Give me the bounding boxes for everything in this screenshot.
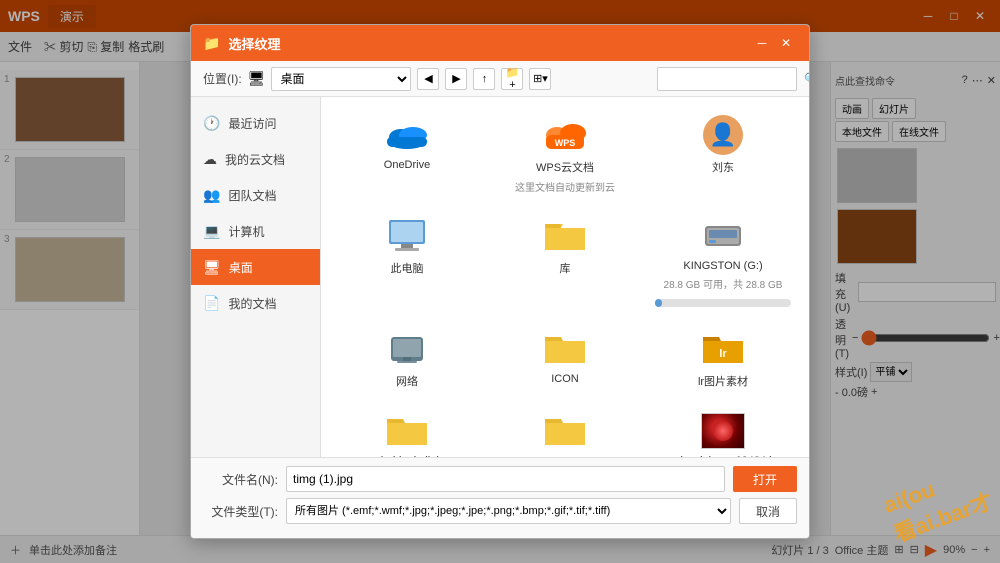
filename-row: 文件名(N): 打开 [203, 466, 797, 492]
ku-folder-icon [541, 216, 589, 256]
filename-input[interactable] [286, 466, 725, 492]
my-cloud-icon: ☁ [203, 151, 217, 168]
filetype-select[interactable]: 所有图片 (*.emf;*.wmf;*.jpg;*.jpeg;*.jpe;*.p… [286, 498, 731, 524]
search-input[interactable] [662, 73, 804, 85]
person-icon: 👤 [699, 115, 747, 155]
file-item-network[interactable]: 网络 [333, 323, 481, 395]
kingston-icon [699, 216, 747, 256]
search-icon: 🔍 [804, 72, 810, 86]
svg-text:lr: lr [719, 348, 727, 360]
dialog-body: 🕐 最近访问 ☁ 我的云文档 👥 团队文档 💻 计算机 🖥 桌面 [191, 97, 809, 457]
dialog-nav-bar: 位置(I): 🖥 桌面 ◀ ▶ ↑ 📁+ ⊞▾ 🔍 [191, 61, 809, 97]
onedrive-icon [383, 115, 431, 155]
nav-team-cloud[interactable]: 👥 团队文档 [191, 177, 320, 213]
open-button[interactable]: 打开 [733, 466, 797, 492]
nav-up-btn[interactable]: ↑ [473, 68, 495, 90]
desktop-icon: 🖥 [203, 259, 221, 276]
location-select[interactable]: 桌面 [271, 67, 411, 91]
file-item-lr[interactable]: lr lr图片素材 [649, 323, 797, 395]
network-icon [383, 329, 431, 369]
file-grid: OneDrive WPS W [333, 109, 797, 457]
search-box: 🔍 [657, 67, 797, 91]
file-item-this-pc[interactable]: 此电脑 [333, 210, 481, 313]
file-item-kingston[interactable]: KINGSTON (G:) 28.8 GB 可用，共 28.8 GB [649, 210, 797, 313]
gabor-img-icon [699, 411, 747, 451]
nav-computer-label: 计算机 [228, 223, 264, 240]
kingston-bar [655, 299, 791, 307]
location-label: 位置(I): [203, 70, 242, 87]
file-item-icon[interactable]: ICON [491, 323, 639, 395]
dialog-window-controls: ─ ✕ [751, 33, 797, 53]
nav-new-folder-btn[interactable]: 📁+ [501, 68, 523, 90]
file-item-ku[interactable]: 库 [491, 210, 639, 313]
nav-desktop-label: 桌面 [229, 259, 253, 276]
lr-folder-icon: lr [699, 329, 747, 369]
file-picker-dialog: 📁 选择纹理 ─ ✕ 位置(I): 🖥 桌面 ◀ ▶ ↑ 📁+ ⊞▾ 🔍 [190, 24, 810, 539]
file-item-shubian[interactable]: shubiankuilei [333, 405, 481, 457]
filetype-row: 文件类型(T): 所有图片 (*.emf;*.wmf;*.jpg;*.jpeg;… [203, 498, 797, 524]
icon-folder-label: ICON [551, 373, 579, 385]
dialog-titlebar: 📁 选择纹理 ─ ✕ [191, 25, 809, 61]
kingston-bar-fill [655, 299, 662, 307]
wps-cloud-subtitle: 这里文档自动更新到云 [515, 179, 615, 194]
nav-computer[interactable]: 💻 计算机 [191, 213, 320, 249]
nav-my-cloud-label: 我的云文档 [225, 151, 285, 168]
dialog-bottom: 文件名(N): 打开 文件类型(T): 所有图片 (*.emf;*.wmf;*.… [191, 457, 809, 538]
dialog-folder-icon: 📁 [203, 35, 220, 52]
team-cloud-icon: 👥 [203, 187, 220, 204]
nav-view-btn[interactable]: ⊞▾ [529, 68, 551, 90]
nav-my-docs-label: 我的文档 [228, 295, 276, 312]
dialog-overlay: 📁 选择纹理 ─ ✕ 位置(I): 🖥 桌面 ◀ ▶ ↑ 📁+ ⊞▾ 🔍 [0, 0, 1000, 563]
ku-label: 库 [560, 260, 571, 276]
network-label: 网络 [396, 373, 418, 389]
this-pc-label: 此电脑 [391, 260, 424, 276]
wps-cloud-label: WPS云文档 [536, 159, 594, 175]
file-item-wps-cloud[interactable]: WPS WPS云文档 这里文档自动更新到云 [491, 109, 639, 200]
wps-cloud-icon: WPS [541, 115, 589, 155]
nav-back-btn[interactable]: ◀ [417, 68, 439, 90]
nav-recent[interactable]: 🕐 最近访问 [191, 105, 320, 141]
this-pc-icon [383, 216, 431, 256]
lr-folder-label: lr图片素材 [698, 373, 748, 389]
shubian-label: shubiankuilei [375, 455, 439, 457]
gabor-label: gabor-juhasz-68424.jpg [668, 455, 778, 457]
dialog-title: 选择纹理 [228, 34, 280, 53]
file-item-liudong[interactable]: 👤 刘东 [649, 109, 797, 200]
kingston-label: KINGSTON (G:) [683, 260, 762, 272]
nav-team-cloud-label: 团队文档 [228, 187, 276, 204]
onedrive-label: OneDrive [384, 159, 430, 171]
recent-icon: 🕐 [203, 115, 220, 132]
nav-recent-label: 最近访问 [228, 115, 276, 132]
nav-desktop[interactable]: 🖥 桌面 [191, 249, 320, 285]
left-nav: 🕐 最近访问 ☁ 我的云文档 👥 团队文档 💻 计算机 🖥 桌面 [191, 97, 321, 457]
nav-forward-btn[interactable]: ▶ [445, 68, 467, 90]
shubian-folder-icon [383, 411, 431, 451]
icon-folder-icon [541, 329, 589, 369]
file-area: OneDrive WPS W [321, 97, 809, 457]
cancel-button[interactable]: 取消 [739, 498, 797, 524]
nav-my-docs[interactable]: 📄 我的文档 [191, 285, 320, 321]
dialog-close-icon[interactable]: ✕ [775, 33, 797, 53]
dialog-minimize-icon[interactable]: ─ [751, 33, 773, 53]
location-folder-icon: 🖥 [248, 70, 266, 87]
nav-my-cloud[interactable]: ☁ 我的云文档 [191, 141, 320, 177]
filetype-label: 文件类型(T): [203, 503, 278, 520]
filename-label: 文件名(N): [203, 471, 278, 488]
liudong-label: 刘东 [712, 159, 734, 175]
file-item-mouse[interactable]: 鼠标放大器 [491, 405, 639, 457]
computer-icon: 💻 [203, 223, 220, 240]
file-item-gabor[interactable]: gabor-juhasz-68424.jpg JPG 文件 13.0 MB [649, 405, 797, 457]
mouse-label: 鼠标放大器 [538, 455, 593, 457]
mouse-folder-icon [541, 411, 589, 451]
my-docs-icon: 📄 [203, 295, 220, 312]
svg-text:WPS: WPS [555, 138, 576, 148]
file-item-onedrive[interactable]: OneDrive [333, 109, 481, 200]
kingston-size: 28.8 GB 可用，共 28.8 GB [664, 276, 783, 291]
